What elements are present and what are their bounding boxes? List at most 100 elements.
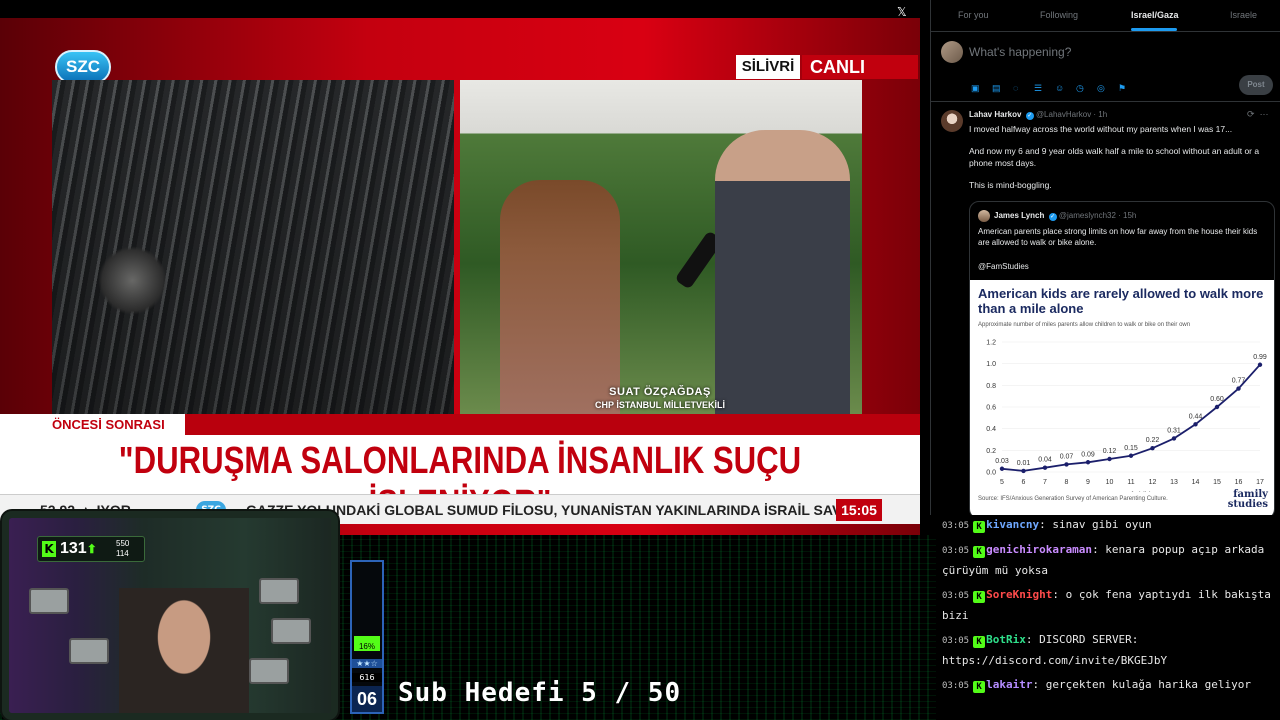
chat-text: sinav gibi oyun bbox=[1045, 518, 1152, 531]
y-tick-label: 0.0 bbox=[986, 470, 996, 477]
more-icon[interactable]: ··· bbox=[1260, 109, 1269, 119]
x-tick-label: 16 bbox=[1235, 479, 1243, 486]
data-point bbox=[1021, 468, 1026, 474]
tweet-handle[interactable]: @LahavHarkov · 1h bbox=[1036, 110, 1107, 119]
data-label: 0.03 bbox=[995, 458, 1009, 465]
data-point bbox=[1257, 362, 1263, 367]
location-tag: SİLİVRİ bbox=[736, 55, 800, 79]
tweet-tools: ⟳ ··· bbox=[1247, 109, 1269, 120]
twitter-panel: For you Following Israel/Gaza Israele Wh… bbox=[930, 0, 1280, 515]
kick-badge-icon: K bbox=[973, 546, 986, 558]
chat-username[interactable]: lakaitr bbox=[986, 678, 1032, 691]
tv-broadcast: 𝕏 SZC SİLİVRİ CANLI SUAT ÖZÇAĞDAŞ CHP İS… bbox=[0, 0, 920, 535]
data-label: 0.99 bbox=[1253, 354, 1267, 361]
data-label: 0.31 bbox=[1167, 427, 1181, 434]
goal-meter: 16% ★★☆ 616 06 bbox=[350, 560, 384, 714]
chat-username[interactable]: kivancny bbox=[986, 518, 1039, 531]
guest-title: CHP İSTANBUL MİLLETVEKİLİ bbox=[594, 400, 725, 410]
emoji-icon[interactable]: ☺ bbox=[1055, 83, 1067, 93]
streamer bbox=[119, 588, 249, 713]
x-logo-icon[interactable]: 𝕏 bbox=[897, 5, 907, 19]
video-topbar bbox=[0, 0, 920, 18]
chat-timestamp: 03:05 bbox=[942, 591, 970, 601]
chat-username[interactable]: genichirokaraman bbox=[986, 543, 1092, 556]
goal-percent: 16% bbox=[354, 642, 380, 651]
data-point bbox=[1107, 456, 1112, 462]
tweet-text: And now my 6 and 9 year olds walk half a… bbox=[969, 146, 1260, 168]
chart-source: Source: IFS/Anxious Generation Survey of… bbox=[978, 496, 1168, 502]
post-button[interactable]: Post bbox=[1239, 75, 1273, 95]
data-label: 0.15 bbox=[1124, 445, 1138, 452]
y-tick-label: 0.4 bbox=[986, 426, 996, 433]
image-icon[interactable]: ▣ bbox=[971, 83, 983, 94]
active-tab-indicator bbox=[1131, 28, 1177, 31]
line-chart: 0.0 0.2 0.4 0.6 0.8 1.0 1.2 5 6 7 8 9 10 11 12 13 14 15 16… bbox=[986, 340, 1267, 493]
viewer-stats: 550 114 bbox=[116, 539, 130, 558]
sub-goal-text: Sub Hedefi 5 / 50 bbox=[398, 678, 682, 708]
chart-card[interactable]: American kids are rarely allowed to walk… bbox=[970, 280, 1274, 515]
segment-label: ÖNCESİ SONRASI bbox=[0, 414, 185, 435]
chat-message: 03:05 Kgenichirokaraman: kenara popup açı… bbox=[942, 540, 1278, 581]
retro-tv bbox=[259, 578, 299, 604]
chat-message: 03:05 Kkivancny: sinav gibi oyun bbox=[942, 515, 1278, 536]
y-tick-label: 0.2 bbox=[986, 448, 996, 455]
tweet-avatar[interactable] bbox=[941, 110, 963, 132]
goal-stars: ★★☆ bbox=[352, 659, 382, 668]
gif-icon[interactable]: ▤ bbox=[992, 83, 1004, 94]
reporter bbox=[500, 180, 620, 414]
data-label: 0.12 bbox=[1103, 448, 1117, 455]
quote-handle: @jameslynch32 · 15h bbox=[1058, 211, 1137, 220]
data-point bbox=[1214, 404, 1220, 410]
divider bbox=[931, 101, 1280, 102]
x-tick-label: 8 bbox=[1065, 479, 1069, 486]
retro-tv bbox=[69, 638, 109, 664]
flag-icon[interactable]: ⚑ bbox=[1118, 83, 1130, 94]
compose-toolbar: ▣ ▤ ◌ ☰ ☺ ◷ ◎ ⚑ bbox=[971, 78, 1139, 96]
data-point bbox=[999, 466, 1005, 471]
poll-icon[interactable]: ☰ bbox=[1034, 83, 1046, 94]
grok-icon[interactable]: ◌ bbox=[1013, 83, 1025, 93]
tab-for-you[interactable]: For you bbox=[958, 10, 989, 20]
x-tick-label: 14 bbox=[1192, 479, 1200, 486]
schedule-icon[interactable]: ◷ bbox=[1076, 83, 1088, 94]
interview-video bbox=[460, 80, 862, 414]
tab-israele[interactable]: Israele bbox=[1230, 10, 1257, 20]
chat-message: 03:05 K SoreKnight: o çok fena yaptıydı il… bbox=[942, 585, 1278, 626]
compose-input[interactable]: What's happening? bbox=[969, 45, 1071, 59]
x-tick-label: 5 bbox=[1000, 479, 1004, 486]
tweet-text: I moved halfway across the world without… bbox=[969, 124, 1233, 134]
chat-timestamp: 03:05 bbox=[942, 521, 970, 531]
data-point bbox=[1085, 460, 1091, 465]
chat-separator: : bbox=[1039, 518, 1046, 531]
chat-username[interactable]: BotRix bbox=[986, 633, 1026, 646]
chat-message: 03:05 K BotRix: DISCORD SERVER: https://di… bbox=[942, 630, 1278, 671]
goal-day: 06 bbox=[352, 686, 382, 712]
retro-tv bbox=[249, 658, 289, 684]
chat-message: 03:05 Klakaitr: gerçekten kulağa harika g… bbox=[942, 675, 1278, 696]
tab-israel-gaza[interactable]: Israel/Gaza bbox=[1131, 10, 1179, 20]
data-point bbox=[1171, 436, 1177, 441]
chat-timestamp: 03:05 bbox=[942, 636, 970, 646]
live-tag: CANLI bbox=[802, 55, 918, 79]
quote-tweet[interactable]: James Lynch ✓ @jameslynch32 · 15h Americ… bbox=[969, 201, 1275, 515]
goal-count: 616 bbox=[352, 673, 382, 682]
chat-separator: : bbox=[1092, 543, 1099, 556]
tweet-author[interactable]: Lahav Harkov bbox=[969, 110, 1021, 119]
data-label: 0.22 bbox=[1146, 437, 1160, 444]
verified-icon: ✓ bbox=[1048, 213, 1057, 221]
kick-badge-icon: K bbox=[973, 521, 986, 533]
data-label: 0.60 bbox=[1210, 396, 1224, 403]
chat-username[interactable]: SoreKnight bbox=[986, 588, 1052, 601]
chart-title: American kids are rarely allowed to walk… bbox=[978, 286, 1264, 316]
data-point bbox=[1128, 453, 1134, 458]
avatar[interactable] bbox=[941, 41, 963, 63]
grok-icon[interactable]: ⟳ bbox=[1247, 109, 1255, 119]
tab-following[interactable]: Following bbox=[1040, 10, 1078, 20]
quote-author: James Lynch bbox=[994, 211, 1045, 220]
x-tick-label: 13 bbox=[1170, 479, 1178, 486]
location-icon[interactable]: ◎ bbox=[1097, 83, 1109, 94]
chart-brand: family studies bbox=[1227, 489, 1268, 510]
x-tick-label: 17 bbox=[1256, 479, 1264, 486]
x-tick-label: 11 bbox=[1127, 479, 1134, 486]
guest-nameplate: SUAT ÖZÇAĞDAŞ CHP İSTANBUL MİLLETVEKİLİ bbox=[560, 386, 760, 410]
